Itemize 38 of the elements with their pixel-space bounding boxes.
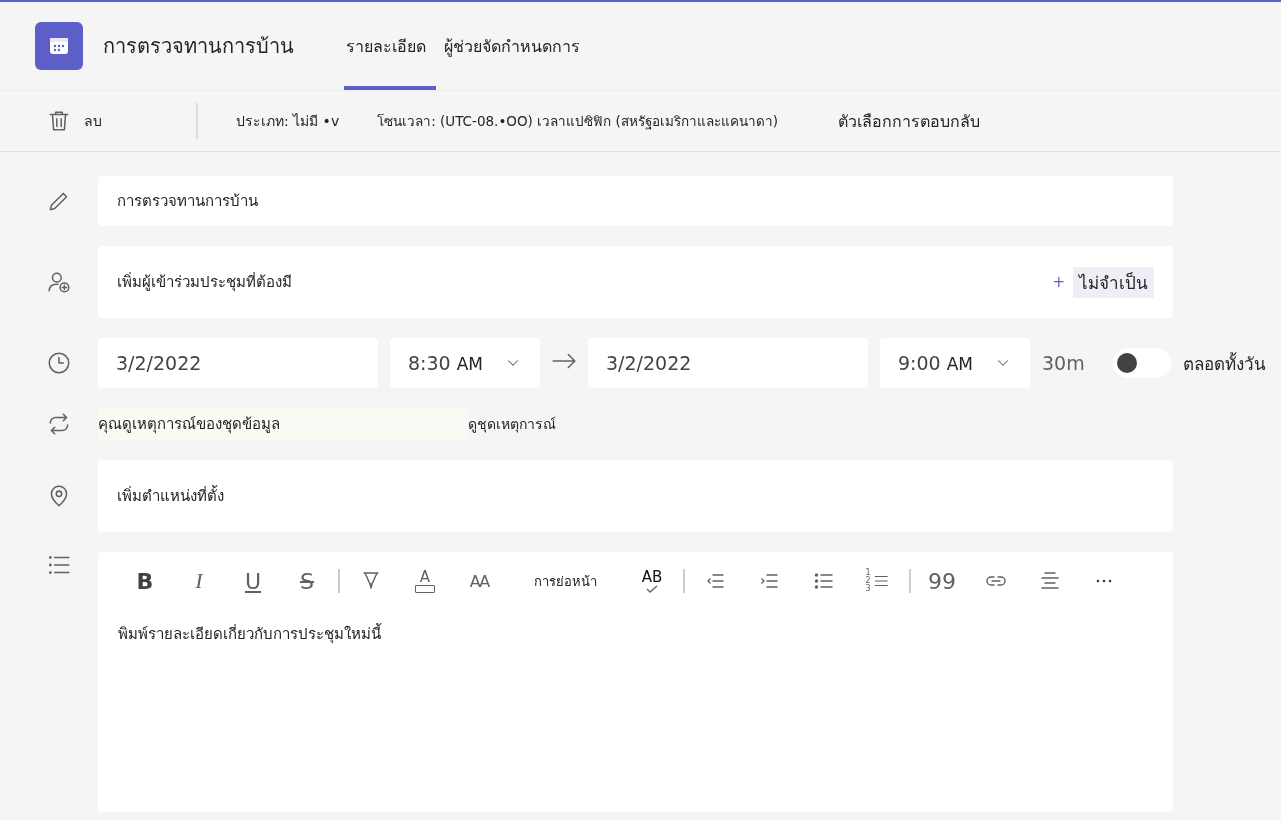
details-placeholder: พิมพ์รายละเอียดเกี่ยวกับการประชุมใหม่นี้ [118, 622, 383, 646]
clock-icon [46, 350, 72, 376]
tab[interactable]: ผู้ช่วยจัดกำหนดการ [442, 2, 590, 90]
attendees-field[interactable]: เพิ่มผู้เข้าร่วมประชุมที่ต้องมี + ไม่จำเป็น [98, 246, 1173, 318]
category-dropdown[interactable]: ประเภท: ไม่มี •v [236, 110, 340, 132]
location-field[interactable]: เพิ่มตำแหน่งที่ตั้ง [98, 460, 1173, 532]
recurrence-text: คุณดูเหตุการณ์ของชุดข้อมูล [98, 408, 468, 440]
start-time-dropdown[interactable]: 8:30 AM [390, 338, 540, 388]
check-icon [645, 584, 659, 593]
details-editor[interactable]: B I U S A AA การย่อหน้า AB 123 99 พิมพ์รายละเอียดเกี่ยวกับการประชุมใหม่นี้ [98, 552, 1173, 812]
time-zone-dropdown[interactable]: โซนเวลา: (UTC-08.•OO) เวลาแปซิฟิก (สหรัฐอเมริกาและแคนาดา) [377, 110, 778, 132]
start-date-field[interactable]: 3/2/2022 [98, 338, 378, 388]
all-day-label: ตลอดทั้งวัน [1182, 351, 1266, 376]
strikethrough-button[interactable]: S [280, 564, 334, 598]
attendees-placeholder: เพิ่มผู้เข้าร่วมประชุมที่ต้องมี [117, 271, 292, 294]
bold-button[interactable]: B [118, 564, 172, 598]
end-date-field[interactable]: 3/2/2022 [588, 338, 868, 388]
italic-button[interactable]: I [172, 564, 226, 598]
delete-button[interactable]: ลบ [46, 108, 174, 134]
title-field[interactable]: การตรวจทานการบ้าน [98, 176, 1173, 226]
all-day-toggle[interactable] [1112, 348, 1171, 378]
meeting-title: การตรวจทานการบ้าน [103, 33, 294, 60]
quote-button[interactable]: 99 [915, 564, 969, 598]
font-color-button[interactable]: A [398, 564, 452, 598]
tab[interactable]: รายละเอียด [344, 2, 436, 90]
underline-button[interactable]: U [226, 564, 280, 598]
plus-sign: + [1052, 273, 1065, 291]
response-options-button[interactable]: ตัวเลือกการตอบกลับ [838, 108, 980, 134]
duration-label: 30m [1042, 352, 1085, 374]
font-size-button[interactable]: AA [452, 564, 506, 598]
spelling-button[interactable]: AB [625, 564, 679, 598]
more-icon [1095, 579, 1113, 583]
paragraph-button[interactable]: การย่อหน้า [506, 564, 625, 598]
calendar-app-icon [35, 22, 83, 70]
end-time-dropdown[interactable]: 9:00 AM [880, 338, 1030, 388]
view-series-link[interactable]: ดูชุดเหตุการณ์ [468, 413, 556, 435]
optional-link[interactable]: ไม่จำเป็น [1073, 266, 1154, 298]
numbered-list-button[interactable]: 123 [851, 564, 905, 598]
